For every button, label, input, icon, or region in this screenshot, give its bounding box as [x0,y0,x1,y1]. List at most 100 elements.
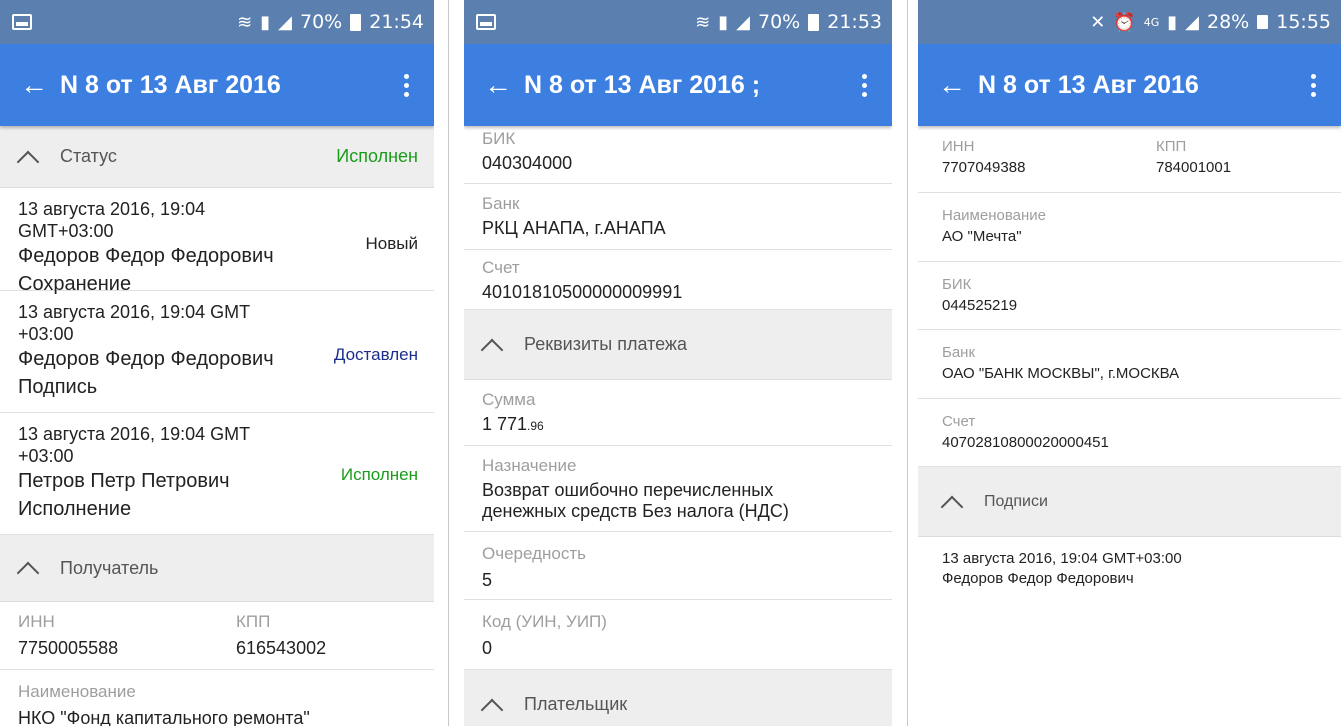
history-item: 13 августа 2016, 19:04 GMT+03:00 Федоров… [0,188,434,295]
account-row: Счет 40101810500000009991 [464,250,892,310]
bik-value: 040304000 [482,153,573,173]
sim-icon: ▮ [718,11,729,33]
screen-payment-details: ≋ ▮ ◢ 70% 21:53 ← N 8 от 13 Авг 2016 ; Б… [464,0,892,726]
history-status: Доставлен [333,345,418,364]
sim-icon: ▮ [260,11,271,33]
page-title: N 8 от 13 Авг 2016 ; [524,70,761,99]
status-bar: ≋ ▮ ◢ 70% 21:54 [0,0,434,44]
name-row: Наименование НКО "Фонд капитального ремо… [0,670,434,726]
field-label: Счет [482,258,520,277]
chevron-up-icon [938,489,964,515]
screen-divider [448,0,449,726]
account-value: 40702810800020000451 [942,434,1109,451]
section-label: Получатель [60,557,159,578]
inn-value: 7707049388 [942,159,1026,176]
field-label: Код (УИН, УИП) [482,612,607,631]
field-label: Сумма [482,390,536,409]
inn-kpp-row: ИНН 7750005588 КПП 616543002 [0,602,434,670]
screenshot-icon [12,14,32,30]
field-label: БИК [482,129,516,148]
app-bar: ← N 8 от 13 Авг 2016 [918,44,1341,126]
signal-icon: ◢ [1185,11,1199,33]
screenshot-icon [476,14,496,30]
section-label: Подписи [984,492,1048,510]
field-label: КПП [1156,138,1187,155]
field-label: Банк [942,344,976,361]
history-item: 13 августа 2016, 19:04 GMT +03:00 Федоро… [0,291,434,413]
purpose-row: Назначение Возврат ошибочно перечисленны… [464,446,892,532]
clock: 21:53 [827,11,882,33]
battery-percent: 70% [300,11,343,33]
screen-payer-signatures: ✕ ⏰ 4G ▮ ◢ 28% 15:55 ← N 8 от 13 Авг 201… [918,0,1341,726]
battery-percent: 28% [1207,11,1250,33]
battery-icon [350,13,362,31]
field-label: ИНН [942,138,975,155]
amount-cents: .96 [527,419,544,433]
code-row: Код (УИН, УИП) 0 [464,600,892,670]
section-header-signatures[interactable]: Подписи [918,467,1341,537]
battery-percent: 70% [758,11,801,33]
bik-row: БИК 040304000 [464,126,892,184]
chevron-up-icon [14,555,40,581]
signal-icon: ◢ [736,11,750,33]
field-label: Наименование [942,207,1046,224]
status-badge: Исполнен [336,146,418,166]
section-header-status[interactable]: Статус Исполнен [0,126,434,188]
purpose-line-1: Возврат ошибочно перечисленных [482,480,774,500]
amount-main: 1 771 [482,414,528,434]
overflow-menu-icon[interactable] [1301,73,1325,97]
section-header-payment[interactable]: Реквизиты платежа [464,310,892,380]
history-status: Новый [365,234,418,253]
purpose-line-2: денежных средств Без налога (НДС) [482,501,789,521]
back-arrow-icon[interactable]: ← [938,69,978,101]
bik-row: БИК 044525219 [918,262,1341,330]
sim-icon: ▮ [1167,11,1178,33]
history-item: 13 августа 2016, 19:04 GMT +03:00 Петров… [0,413,434,535]
field-label: ИНН [18,612,55,631]
amount-value: 1 771.96 [482,414,874,435]
screen-divider [907,0,908,726]
history-date: 13 августа 2016, 19:04 GMT+03:00 [18,199,206,241]
section-label: Плательщик [524,694,628,714]
page-title: N 8 от 13 Авг 2016 [60,70,281,99]
chevron-up-icon [14,144,40,170]
alarm-icon: ⏰ [1113,11,1136,33]
status-bar: ≋ ▮ ◢ 70% 21:53 [464,0,892,44]
kpp-value: 784001001 [1156,159,1232,176]
inn-value: 7750005588 [18,638,119,658]
kpp-value: 616543002 [236,638,327,658]
field-label: Назначение [482,456,577,475]
field-label: Очередность [482,544,586,563]
mute-icon: ✕ [1090,11,1106,33]
field-label: Счет [942,413,976,430]
status-bar: ✕ ⏰ 4G ▮ ◢ 28% 15:55 [918,0,1341,44]
overflow-menu-icon[interactable] [852,73,876,97]
network-type: 4G [1143,15,1160,29]
wifi-icon: ≋ [695,11,711,33]
clock: 21:54 [369,11,424,33]
history-action: Подпись [18,376,98,398]
account-row: Счет 40702810800020000451 [918,399,1341,467]
history-date: 13 августа 2016, 19:04 GMT +03:00 [18,302,250,344]
section-header-payer[interactable]: Плательщик [464,670,892,726]
app-bar: ← N 8 от 13 Авг 2016 ; [464,44,892,126]
signature-item: 13 августа 2016, 19:04 GMT+03:00 Федоров… [918,537,1341,601]
field-label: БИК [942,276,972,293]
page-title: N 8 от 13 Авг 2016 [978,70,1199,99]
bank-value: ОАО "БАНК МОСКВЫ", г.МОСКВА [942,365,1180,382]
section-header-recipient[interactable]: Получатель [0,535,434,602]
back-arrow-icon[interactable]: ← [20,69,60,101]
bank-row: Банк ОАО "БАНК МОСКВЫ", г.МОСКВА [918,330,1341,399]
history-status: Исполнен [340,465,418,484]
field-label: Наименование [18,682,136,701]
priority-row: Очередность 5 [464,532,892,600]
field-label: КПП [236,612,271,631]
priority-value: 5 [482,570,493,590]
history-date: 13 августа 2016, 19:04 GMT +03:00 [18,424,250,466]
field-label: Банк [482,194,520,213]
overflow-menu-icon[interactable] [394,73,418,97]
section-label: Реквизиты платежа [524,334,687,354]
code-value: 0 [482,638,493,658]
back-arrow-icon[interactable]: ← [484,69,524,101]
signal-icon: ◢ [278,11,292,33]
